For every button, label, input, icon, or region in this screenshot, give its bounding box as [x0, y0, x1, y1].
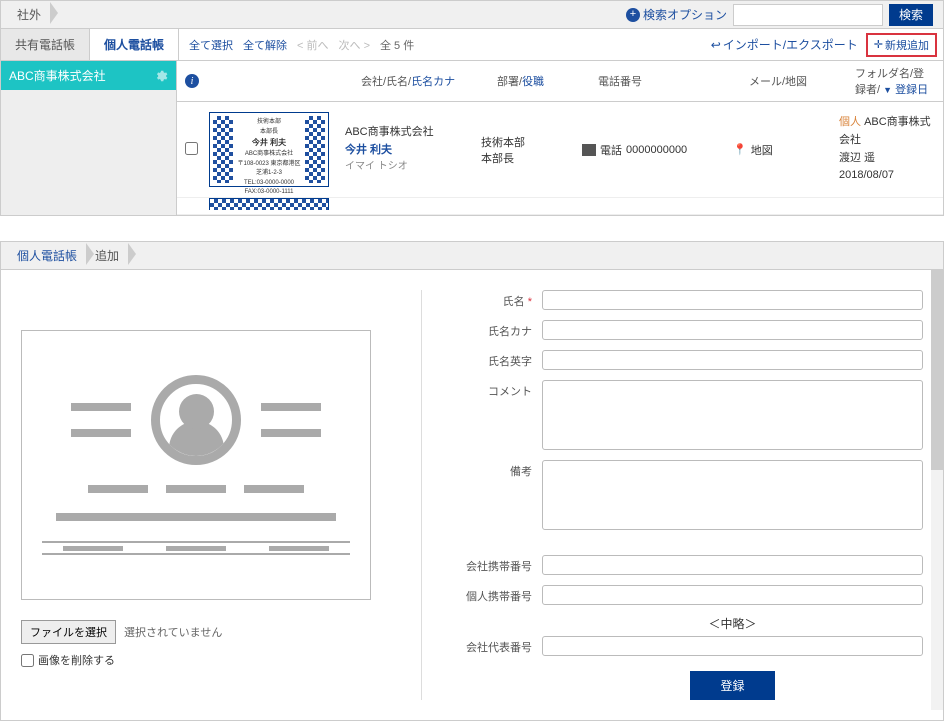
- image-upload-area: ファイルを選択 選択されていません 画像を削除する: [21, 290, 391, 700]
- info-icon[interactable]: i: [185, 74, 199, 88]
- search-options-link[interactable]: + 検索オプション: [626, 6, 727, 23]
- sidebar: ABC商事株式会社: [1, 61, 176, 215]
- sort-kana[interactable]: 氏名カナ: [411, 76, 455, 88]
- eiji-field[interactable]: [542, 350, 923, 370]
- fax-icon: [582, 144, 596, 156]
- next-link: 次へ >: [339, 37, 370, 53]
- business-card-thumb[interactable]: 技術本部 本部長 今井 利夫 ABC商事株式会社 〒108-0023 東京都港区…: [209, 112, 329, 187]
- sort-regdate[interactable]: 登録日: [895, 84, 928, 96]
- sidebar-item-company[interactable]: ABC商事株式会社: [1, 61, 176, 90]
- breadcrumb-personal[interactable]: 個人電話帳: [11, 247, 89, 264]
- breadcrumb-add: 追加: [89, 247, 131, 264]
- table-row: [177, 198, 943, 215]
- delete-image-checkbox[interactable]: [21, 654, 34, 667]
- gear-icon[interactable]: [154, 69, 168, 83]
- add-contact-panel: 個人電話帳 追加: [0, 241, 944, 721]
- row-checkbox[interactable]: [185, 142, 198, 155]
- sort-role[interactable]: 役職: [522, 76, 544, 88]
- name-field[interactable]: [542, 290, 923, 310]
- company-main-field[interactable]: [542, 636, 923, 656]
- tab-shared[interactable]: 共有電話帳: [1, 29, 90, 60]
- breadcrumb-location: 社外: [11, 6, 53, 23]
- note-field[interactable]: [542, 460, 923, 530]
- contact-form: 氏名 * 氏名カナ 氏名英字 コメント 備考 会社携帯番号: [421, 290, 923, 700]
- card-placeholder: [21, 330, 371, 600]
- scrollbar[interactable]: [931, 270, 943, 710]
- kana-field[interactable]: [542, 320, 923, 340]
- prev-link: < 前へ: [297, 37, 328, 53]
- search-button[interactable]: 検索: [889, 4, 933, 26]
- map-link[interactable]: 地図: [751, 142, 773, 158]
- tab-personal[interactable]: 個人電話帳: [90, 29, 179, 60]
- comment-field[interactable]: [542, 380, 923, 450]
- file-status-text: 選択されていません: [124, 624, 222, 640]
- addressbook-list-panel: 社外 + 検索オプション 検索 共有電話帳 個人電話帳 全て選択 全て解除 < …: [0, 0, 944, 216]
- map-pin-icon: 📍: [733, 143, 747, 156]
- breadcrumb-bar: 社外 + 検索オプション 検索: [1, 1, 943, 29]
- search-input[interactable]: [733, 4, 883, 26]
- toolbar-row: 共有電話帳 個人電話帳 全て選択 全て解除 < 前へ 次へ > 全 5 件 ↩ …: [1, 29, 943, 61]
- table-row: 技術本部 本部長 今井 利夫 ABC商事株式会社 〒108-0023 東京都港区…: [177, 102, 943, 198]
- choose-file-button[interactable]: ファイルを選択: [21, 620, 116, 644]
- record-count: 全 5 件: [380, 37, 414, 53]
- add-new-button[interactable]: ✛ 新規追加: [866, 33, 937, 57]
- avatar-placeholder-icon: [151, 375, 241, 465]
- main-table: i 会社/氏名/氏名カナ 部署/役職 電話番号 メール/地図 フォルダ名/登録者…: [176, 61, 943, 215]
- omitted-text: ＜中略＞: [442, 615, 923, 632]
- submit-button[interactable]: 登録: [690, 671, 774, 700]
- business-card-thumb[interactable]: [209, 198, 329, 210]
- breadcrumb-bar: 個人電話帳 追加: [1, 242, 943, 270]
- plus-circle-icon: +: [626, 8, 640, 22]
- deselect-all-link[interactable]: 全て解除: [243, 37, 287, 53]
- import-export-link[interactable]: ↩ インポート/エクスポート: [711, 36, 858, 53]
- table-header: i 会社/氏名/氏名カナ 部署/役職 電話番号 メール/地図 フォルダ名/登録者…: [177, 61, 943, 102]
- contact-name-link[interactable]: 今井 利夫: [345, 142, 475, 160]
- select-all-link[interactable]: 全て選択: [189, 37, 233, 53]
- personal-mobile-field[interactable]: [542, 585, 923, 605]
- company-mobile-field[interactable]: [542, 555, 923, 575]
